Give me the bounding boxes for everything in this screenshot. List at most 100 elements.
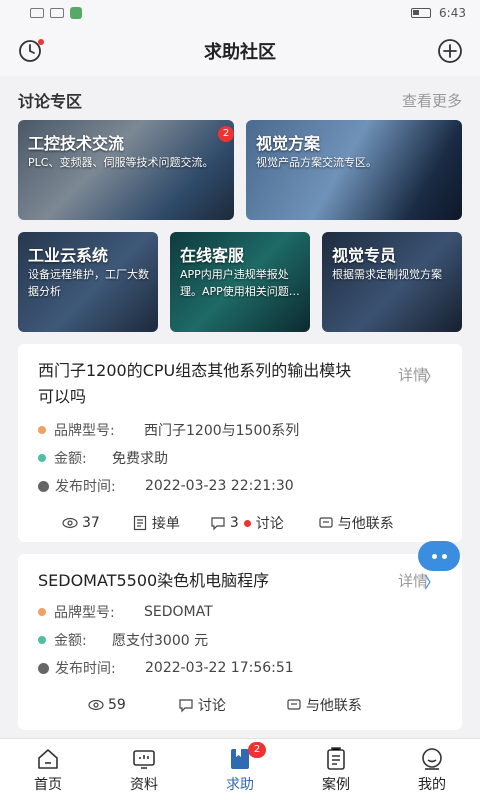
battery-icon	[411, 8, 432, 18]
amount-value: 免费求助	[112, 451, 168, 467]
post-title: 西门子1200的CPU组态其他系列的输出模块可以吗	[38, 361, 352, 406]
message-icon	[287, 699, 301, 710]
discussion-section-header: 讨论专区 查看更多	[0, 76, 480, 120]
tile-desc: 设备远程维护，工厂大数据分析	[28, 268, 149, 298]
amount-row: 金额: 免费求助	[38, 444, 442, 472]
discuss-button[interactable]: 讨论	[178, 695, 226, 715]
tile-industrial-control[interactable]: 工控技术交流 PLC、变频器、伺服等技术问题交流。 2	[18, 120, 234, 220]
amount-value: 愿支付3000 元	[112, 633, 209, 649]
time-row: 发布时间: 2022-03-22 17:56:51	[38, 654, 442, 682]
contact-button[interactable]: 与他联系	[318, 513, 394, 533]
tile-title: 在线客服	[180, 246, 245, 265]
contact-button[interactable]: 与他联系	[286, 695, 362, 715]
green-dot-icon	[38, 454, 46, 462]
tab-materials[interactable]: 资料	[96, 739, 192, 800]
tab-badge: 2	[248, 742, 266, 758]
tab-label: 求助	[226, 776, 254, 793]
tile-badge: 2	[218, 126, 234, 142]
take-order-label: 接单	[151, 516, 180, 532]
unread-dot	[243, 519, 251, 527]
views-value: 37	[82, 515, 100, 531]
tile-desc: 根据需求定制视觉方案	[332, 268, 442, 281]
tab-label: 资料	[130, 776, 158, 793]
eye-icon	[62, 517, 78, 529]
tab-home[interactable]: 首页	[0, 739, 96, 800]
app-notification-icon	[70, 7, 82, 19]
discuss-button[interactable]: 3 讨论	[210, 513, 284, 533]
clock-icon	[38, 662, 49, 674]
tile-desc: 视觉产品方案交流专区。	[256, 156, 377, 169]
time-label: 发布时间:	[55, 479, 116, 495]
monitor-icon	[133, 749, 155, 769]
post-actions: 59 讨论 与他联系	[38, 682, 442, 728]
discuss-label: 讨论	[197, 698, 226, 714]
green-dot-icon	[38, 636, 46, 644]
take-order-button[interactable]: 接单	[132, 513, 180, 533]
tile-desc: PLC、变频器、伺服等技术问题交流。	[28, 156, 214, 169]
tile-vision-specialist[interactable]: 视觉专员 根据需求定制视觉方案	[322, 232, 462, 332]
tile-title: 工业云系统	[28, 246, 109, 265]
add-post-button[interactable]	[436, 37, 464, 65]
contact-label: 与他联系	[337, 516, 394, 532]
clipboard-icon	[327, 746, 345, 770]
time-value: 2022-03-22 17:56:51	[145, 660, 294, 676]
chevron-right-icon[interactable]: 〉	[424, 569, 440, 593]
tiles-row-2: 工业云系统 设备远程维护，工厂大数据分析 在线客服 APP内用户违规举报处理。A…	[0, 220, 480, 332]
tab-label: 首页	[34, 776, 62, 793]
chevron-right-icon[interactable]: 〉	[424, 363, 440, 387]
plus-circle-icon	[438, 39, 462, 63]
post-card[interactable]: 西门子1200的CPU组态其他系列的输出模块可以吗 详情 〉 品牌型号: 西门子…	[18, 344, 462, 542]
status-left	[30, 7, 82, 19]
brand-value: SEDOMAT	[144, 604, 213, 620]
home-icon	[38, 748, 58, 769]
brand-row: 品牌型号: SEDOMAT	[38, 598, 442, 626]
view-more-link[interactable]: 查看更多	[402, 90, 462, 111]
wifi-icon	[50, 8, 64, 18]
post-title: SEDOMAT5500染色机电脑程序	[38, 571, 270, 590]
tile-vision-solution[interactable]: 视觉方案 视觉产品方案交流专区。	[246, 120, 462, 220]
document-icon	[133, 515, 146, 531]
chat-float-button[interactable]	[418, 541, 460, 571]
status-time: 6:43	[439, 6, 466, 20]
contact-label: 与他联系	[305, 698, 362, 714]
status-bar: 6:43	[0, 0, 480, 26]
brand-label: 品牌型号:	[54, 605, 115, 621]
tab-help[interactable]: 求助 2	[192, 739, 288, 800]
history-button[interactable]	[16, 37, 44, 65]
tile-industrial-cloud[interactable]: 工业云系统 设备远程维护，工厂大数据分析	[18, 232, 158, 332]
comment-icon	[179, 699, 193, 713]
post-actions: 37 接单 3 讨论 与他联系	[38, 500, 442, 546]
views-value: 59	[108, 697, 126, 713]
tab-label: 我的	[418, 776, 446, 793]
orange-dot-icon	[38, 426, 46, 434]
chat-dot-icon	[441, 553, 447, 559]
tab-label: 案例	[322, 776, 350, 793]
tile-desc: APP内用户违规举报处理。APP使用相关问题…	[180, 268, 300, 298]
discuss-label: 讨论	[255, 516, 284, 532]
brand-row: 品牌型号: 西门子1200与1500系列	[38, 416, 442, 444]
amount-row: 金额: 愿支付3000 元	[38, 626, 442, 654]
comment-icon	[211, 517, 225, 531]
post-card[interactable]: SEDOMAT5500染色机电脑程序 详情 〉 品牌型号: SEDOMAT 金额…	[18, 554, 462, 730]
orange-dot-icon	[38, 608, 46, 616]
notification-dot	[38, 39, 44, 45]
eye-icon	[88, 699, 104, 711]
page-title: 求助社区	[204, 42, 276, 63]
bottom-tab-bar: 首页 资料 求助 2 案例 我的	[0, 738, 480, 800]
tab-mine[interactable]: 我的	[384, 739, 480, 800]
clock-icon	[38, 480, 49, 492]
tiles-row-1: 工控技术交流 PLC、变频器、伺服等技术问题交流。 2 视觉方案 视觉产品方案交…	[0, 120, 480, 220]
views-count: 37	[62, 515, 100, 531]
smile-icon	[422, 747, 442, 770]
tile-online-service[interactable]: 在线客服 APP内用户违规举报处理。APP使用相关问题…	[170, 232, 310, 332]
views-count: 59	[88, 697, 126, 713]
tile-title: 工控技术交流	[28, 134, 125, 153]
message-icon	[319, 517, 333, 528]
tab-cases[interactable]: 案例	[288, 739, 384, 800]
tile-title: 视觉专员	[332, 246, 397, 265]
signal-icon	[30, 8, 44, 18]
time-value: 2022-03-23 22:21:30	[145, 478, 294, 494]
brand-value: 西门子1200与1500系列	[144, 423, 300, 439]
tile-title: 视觉方案	[256, 134, 321, 153]
brand-label: 品牌型号:	[54, 423, 115, 439]
